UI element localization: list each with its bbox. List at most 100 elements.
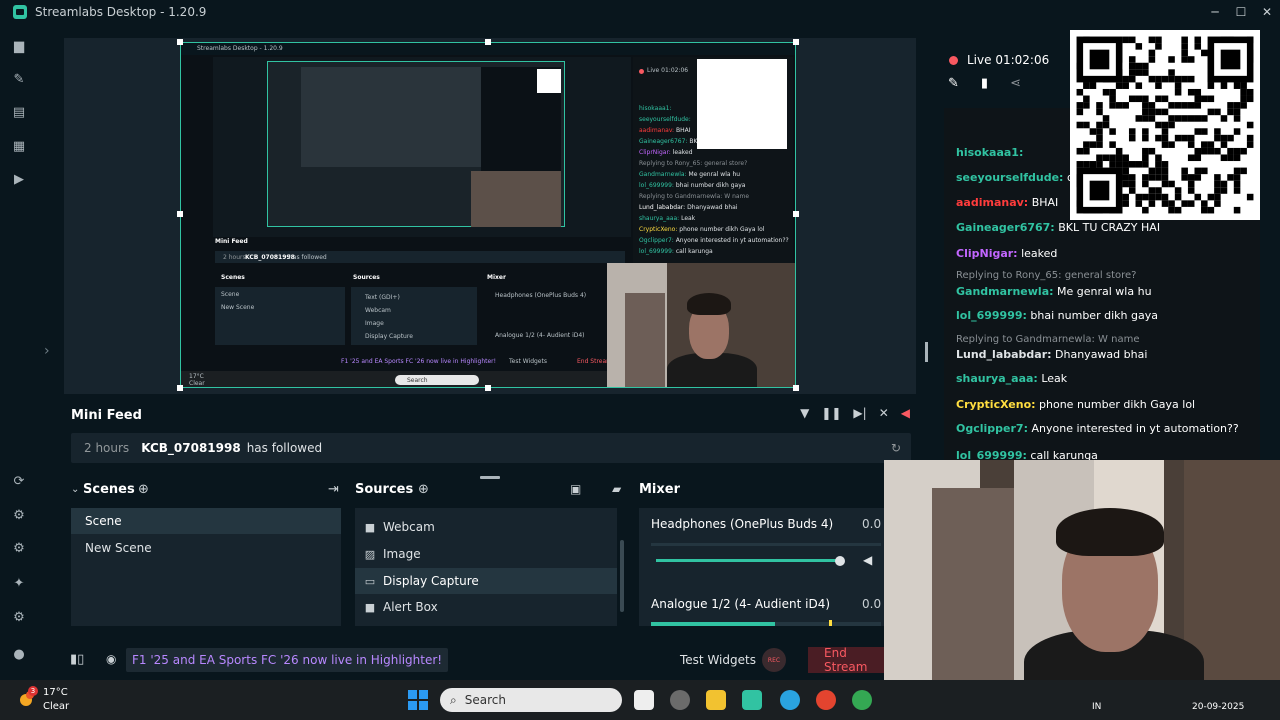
repeat-alert-icon[interactable]: ↻ <box>891 441 901 455</box>
gear-icon[interactable]: ⚙ <box>11 609 27 625</box>
resize-handle-tr[interactable] <box>793 39 799 45</box>
volume-muted-icon[interactable]: ◀ <box>901 406 910 420</box>
chat-username[interactable]: Lund_lababdar: <box>956 348 1052 361</box>
telegram-icon[interactable] <box>780 690 800 710</box>
clip-icon[interactable]: ▮ <box>981 76 988 91</box>
chat-text: BKL TU CRAZY HAI <box>1058 221 1161 234</box>
mute-alerts-icon[interactable]: ✕ <box>879 406 889 420</box>
panels-drag-handle[interactable] <box>480 476 500 479</box>
chrome-profile-icon[interactable] <box>852 690 872 710</box>
resize-handle-bl[interactable] <box>177 385 183 391</box>
chat-username[interactable]: seeyourselfdude: <box>956 171 1063 184</box>
stats-icon[interactable]: ▮▯ <box>70 652 84 667</box>
skip-icon[interactable]: ▶| <box>853 406 866 420</box>
obs-icon[interactable] <box>670 690 690 710</box>
cloudbot-icon[interactable]: ⟳ <box>11 473 27 489</box>
chat-username[interactable]: aadimanav: <box>956 196 1028 209</box>
chat-username[interactable]: ClipNigar: <box>956 247 1018 260</box>
resize-handle-b[interactable] <box>485 385 491 391</box>
streamlabs-taskbar-icon[interactable] <box>742 690 762 710</box>
chat-username[interactable]: Gandmarnewla: <box>956 285 1054 298</box>
filter-icon[interactable]: ▼ <box>800 406 809 420</box>
nested-chat-line: Ogclipper7: Anyone interested in yt auto… <box>639 237 789 244</box>
settings-plug-icon[interactable]: ⚙ <box>11 540 27 556</box>
source-label: Webcam <box>383 520 435 534</box>
mixer-title: Mixer <box>639 482 681 497</box>
source-folder-icon[interactable]: ▰ <box>612 482 621 496</box>
add-source-icon[interactable]: ⊕ <box>418 482 429 497</box>
profile-icon[interactable]: ● <box>11 646 27 662</box>
source-item-display-capture[interactable]: ▭ Display Capture <box>355 568 617 594</box>
tray-language[interactable]: IN <box>1092 702 1101 712</box>
source-item-image[interactable]: ▨ Image <box>355 541 617 567</box>
chat-message: seeyourselfdude: dek <box>956 171 1087 184</box>
source-label: Alert Box <box>383 600 438 614</box>
stream-preview-canvas[interactable]: Streamlabs Desktop - 1.20.9 Mini Feed 2 … <box>180 42 796 388</box>
chat-text: leaked <box>1021 247 1058 260</box>
end-stream-button[interactable]: End Stream <box>808 646 888 674</box>
chat-username[interactable]: lol_699999: <box>956 309 1027 322</box>
resize-handle-l[interactable] <box>177 211 183 217</box>
ai-sparkle-icon[interactable]: ✦ <box>11 575 27 591</box>
mixer-headphones-knob[interactable] <box>835 556 845 566</box>
speaker-icon[interactable]: ◀ <box>863 553 872 567</box>
chat-username[interactable]: Gaineager6767: <box>956 221 1055 234</box>
nested-chat-line: lol_699999: bhai number dikh gaya <box>639 182 745 189</box>
nested-chat-name: CrypticXeno: <box>639 226 678 233</box>
chat-username[interactable]: hisokaaa1: <box>956 146 1023 159</box>
edit-pencil-icon[interactable]: ✎ <box>948 76 959 91</box>
pause-icon[interactable]: ❚❚ <box>821 406 841 420</box>
alert-box-icon: ■ <box>364 600 376 614</box>
scene-transition-icon[interactable]: ⇥ <box>328 482 339 497</box>
record-button[interactable]: REC <box>762 648 786 672</box>
taskbar-search[interactable]: ⌕ Search <box>440 688 622 712</box>
resize-handle-t[interactable] <box>485 39 491 45</box>
themes-icon[interactable]: ✎ <box>11 71 27 87</box>
chat-message: shaurya_aaa: Leak <box>956 372 1067 385</box>
alerts-icon[interactable]: ⚙ <box>11 507 27 523</box>
nested-chat-line: seeyourselfdude: <box>639 116 691 123</box>
minimize-button[interactable]: ─ <box>1202 0 1228 24</box>
scene-item-active[interactable]: Scene <box>71 508 341 534</box>
add-scene-icon[interactable]: ⊕ <box>138 482 149 497</box>
event-user[interactable]: KCB_07081998 <box>141 441 241 455</box>
source-item-webcam[interactable]: ■ Webcam <box>355 514 617 540</box>
notifications-bell-icon[interactable]: ◉ <box>106 652 116 666</box>
nested-search-text: Search <box>407 377 428 384</box>
mixer-headphones-slider[interactable] <box>656 559 840 562</box>
resize-handle-tl[interactable] <box>177 39 183 45</box>
editor-icon[interactable]: ▆ <box>11 38 27 54</box>
store-icon[interactable]: ▤ <box>11 104 27 120</box>
file-manager-icon[interactable] <box>634 690 654 710</box>
search-label: Search <box>464 693 506 707</box>
chat-username[interactable]: Ogclipper7: <box>956 422 1028 435</box>
chat-username[interactable]: CrypticXeno: <box>956 398 1036 411</box>
maximize-button[interactable]: ☐ <box>1228 0 1254 24</box>
source-item-alert-box[interactable]: ■ Alert Box <box>355 594 617 620</box>
folder-icon[interactable] <box>706 690 726 710</box>
chat-username[interactable]: shaurya_aaa: <box>956 372 1038 385</box>
chrome-icon[interactable] <box>816 690 836 710</box>
reply-text: Replying to Gandmarnewla: W name <box>956 334 1140 345</box>
chat-collapse-bar[interactable] <box>925 342 928 362</box>
nested-cond: Clear <box>189 380 205 387</box>
source-group-icon[interactable]: ▣ <box>570 482 581 496</box>
nested-live-text: Live 01:02:06 <box>647 67 689 74</box>
layout-icon[interactable]: ▦ <box>11 138 27 154</box>
close-button[interactable]: ✕ <box>1254 0 1280 24</box>
expand-left-chevron-icon[interactable]: › <box>44 343 50 359</box>
test-widgets-button[interactable]: Test Widgets <box>680 653 756 667</box>
nested-chat-name: lol_699999: <box>639 248 674 255</box>
resize-handle-r[interactable] <box>793 211 799 217</box>
share-icon[interactable]: ⋖ <box>1010 76 1021 91</box>
nested-chat-line: aadimanav: BHAI <box>639 127 691 134</box>
mixer-analogue-peak <box>829 620 832 626</box>
play-icon[interactable]: ▶ <box>11 171 27 187</box>
resize-handle-br[interactable] <box>793 385 799 391</box>
scenes-collapse-chevron-icon[interactable]: ⌄ <box>71 484 79 495</box>
tray-date[interactable]: 20-09-2025 <box>1192 702 1244 712</box>
scene-item[interactable]: New Scene <box>71 535 341 561</box>
sources-scrollbar[interactable] <box>620 540 624 612</box>
highlighter-notification[interactable]: F1 '25 and EA Sports FC '26 now live in … <box>126 648 449 672</box>
windows-start-icon[interactable] <box>408 690 428 710</box>
